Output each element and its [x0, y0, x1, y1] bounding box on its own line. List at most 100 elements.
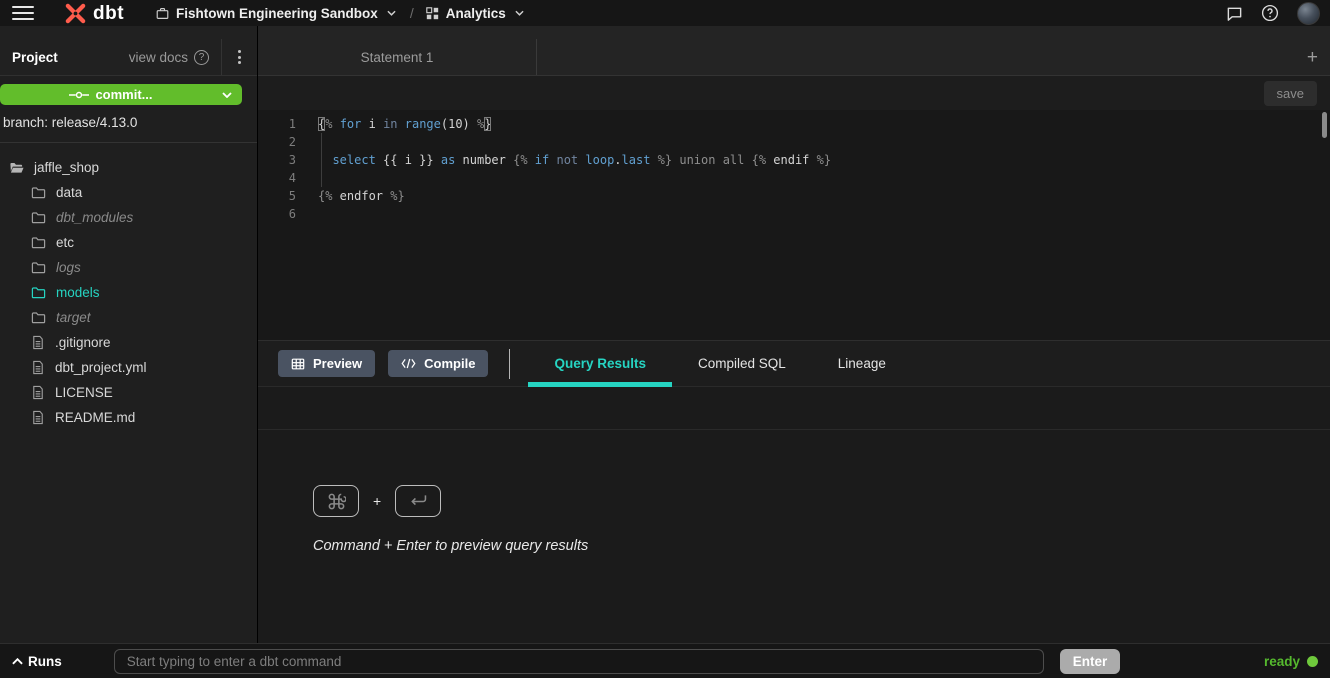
code-line-1: 1{% for i in range(10) %}	[258, 115, 1330, 133]
file-tree-item--gitignore[interactable]: .gitignore	[0, 330, 257, 355]
preview-button[interactable]: Preview	[278, 350, 375, 377]
help-circle-icon: ?	[194, 50, 209, 65]
plus-label: +	[373, 493, 381, 509]
dbt-logo-icon	[64, 2, 87, 25]
editor-tab-bar: Statement 1 +	[258, 26, 1330, 76]
divider	[509, 349, 510, 379]
preview-hint-text: Command + Enter to preview query results	[313, 538, 1330, 554]
top-navbar: dbt Fishtown Engineering Sandbox / Analy…	[0, 0, 1330, 26]
file-tree-item-label: data	[56, 185, 82, 200]
sidebar-title: Project	[12, 50, 58, 65]
project-selector-label: Fishtown Engineering Sandbox	[176, 6, 378, 21]
enter-key-icon	[395, 485, 441, 517]
file-tree-item-jaffle-shop[interactable]: jaffle_shop	[0, 155, 257, 180]
folder-icon	[31, 185, 46, 200]
editor-area: Statement 1 + save 1{% for i in range(10…	[258, 26, 1330, 643]
folder-icon	[31, 310, 46, 325]
file-tree-item-label: dbt_modules	[56, 210, 133, 225]
compile-button-label: Compile	[424, 356, 475, 371]
folder-open-icon	[9, 160, 24, 175]
file-tree-item-readme-md[interactable]: README.md	[0, 405, 257, 430]
file-tree-item-label: README.md	[55, 410, 135, 425]
editor-tab-statement-1[interactable]: Statement 1	[258, 39, 537, 75]
line-number: 3	[258, 151, 296, 169]
folder-icon	[31, 285, 46, 300]
code-line-5: 5 {% endfor %}	[258, 187, 1330, 205]
line-number: 2	[258, 133, 296, 151]
file-icon	[31, 360, 45, 375]
view-docs-label: view docs	[129, 50, 188, 65]
branch-label: branch: release/4.13.0	[0, 105, 257, 143]
code-text: select {{ i }} as number {% if not loop.…	[318, 151, 831, 169]
chevron-up-icon	[12, 658, 23, 665]
hamburger-menu-icon[interactable]	[12, 6, 34, 20]
editor-toolbar: save	[258, 76, 1330, 110]
chevron-down-icon	[515, 10, 524, 16]
file-icon	[31, 410, 45, 425]
editor-scrollbar[interactable]	[1322, 112, 1327, 138]
line-number: 6	[258, 205, 296, 223]
chevron-down-icon	[387, 10, 396, 16]
file-tree: jaffle_shopdata dbt_modulesetc logsmodels t…	[0, 143, 257, 430]
dbt-command-input[interactable]	[114, 649, 1044, 674]
results-subheader	[258, 387, 1330, 430]
results-tab-lineage[interactable]: Lineage	[812, 341, 912, 386]
code-text: {% endfor %}	[318, 187, 405, 205]
code-line-3: 3 select {{ i }} as number {% if not loo…	[258, 151, 1330, 169]
table-icon	[291, 357, 305, 371]
folder-icon	[31, 210, 46, 225]
file-tree-item-dbt-modules[interactable]: dbt_modules	[0, 205, 257, 230]
chevron-down-icon	[222, 92, 242, 98]
file-tree-item-target[interactable]: target	[0, 305, 257, 330]
file-icon	[31, 385, 45, 400]
chat-icon[interactable]	[1226, 5, 1243, 22]
sidebar-menu-kebab-icon[interactable]	[222, 39, 257, 75]
command-key-icon	[313, 485, 359, 517]
file-tree-item-data[interactable]: data	[0, 180, 257, 205]
file-tree-item-logs[interactable]: logs	[0, 255, 257, 280]
user-avatar[interactable]	[1297, 2, 1320, 25]
code-line-4: 4	[258, 169, 1330, 187]
line-number: 5	[258, 187, 296, 205]
file-tree-item-label: target	[56, 310, 91, 325]
enter-button[interactable]: Enter	[1060, 649, 1121, 674]
file-tree-item-label: dbt_project.yml	[55, 360, 147, 375]
results-tab-query-results[interactable]: Query Results	[528, 341, 672, 386]
code-line-2: 2	[258, 133, 1330, 151]
commit-button[interactable]: commit...	[0, 84, 242, 105]
line-number: 4	[258, 169, 296, 187]
add-tab-button[interactable]: +	[1307, 48, 1318, 67]
compile-button[interactable]: Compile	[388, 350, 488, 377]
dbt-logo[interactable]: dbt	[64, 2, 124, 25]
folder-icon	[31, 235, 46, 250]
help-icon[interactable]	[1261, 4, 1279, 22]
results-toolbar: Preview Compile Query ResultsCompiled SQ…	[258, 341, 1330, 387]
code-icon	[401, 357, 416, 370]
results-tab-compiled-sql[interactable]: Compiled SQL	[672, 341, 812, 386]
environment-selector-label: Analytics	[446, 6, 506, 21]
environment-selector[interactable]: Analytics	[426, 6, 524, 21]
briefcase-icon	[156, 7, 169, 20]
view-docs-link[interactable]: view docs ?	[129, 50, 221, 65]
runs-label: Runs	[28, 654, 62, 669]
file-tree-item-models[interactable]: models	[0, 280, 257, 305]
save-button[interactable]: save	[1264, 81, 1317, 106]
file-tree-item-etc[interactable]: etc	[0, 230, 257, 255]
file-tree-item-license[interactable]: LICENSE	[0, 380, 257, 405]
indent-guide	[321, 133, 322, 187]
file-icon	[31, 335, 45, 350]
file-tree-item-dbt-project-yml[interactable]: dbt_project.yml	[0, 355, 257, 380]
runs-toggle[interactable]: Runs	[12, 654, 62, 669]
file-tree-item-label: LICENSE	[55, 385, 113, 400]
breadcrumb-separator: /	[410, 5, 414, 21]
file-tree-item-label: etc	[56, 235, 74, 250]
code-editor[interactable]: 1{% for i in range(10) %}23 select {{ i …	[258, 110, 1330, 341]
project-sidebar: Project view docs ? commit...	[0, 26, 258, 643]
file-tree-item-label: jaffle_shop	[34, 160, 99, 175]
project-selector[interactable]: Fishtown Engineering Sandbox	[156, 6, 396, 21]
line-number: 1	[258, 115, 296, 133]
command-bar: Runs Enter ready	[0, 643, 1330, 678]
results-tabs: Query ResultsCompiled SQLLineage	[528, 341, 911, 386]
editor-tab-label: Statement 1	[361, 50, 434, 65]
status-label: ready	[1264, 654, 1300, 669]
